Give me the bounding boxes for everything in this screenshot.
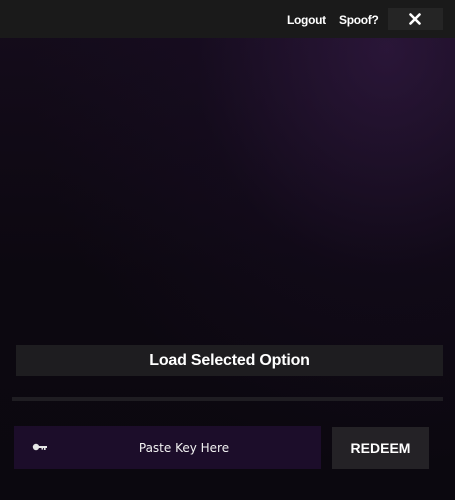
key-field[interactable] [14,426,321,469]
title-bar[interactable]: Logout Spoof? [0,0,455,38]
redeem-button[interactable]: REDEEM [332,427,429,469]
app-window: Logout Spoof? Load Selected Option REDEE… [0,0,455,500]
spoof-link[interactable]: Spoof? [339,13,379,27]
progress-bar [12,397,443,401]
key-input[interactable] [54,426,314,469]
close-icon [409,13,421,25]
logout-link[interactable]: Logout [287,13,326,27]
close-button[interactable] [388,8,443,30]
load-selected-option-button[interactable]: Load Selected Option [16,345,443,376]
key-icon [32,443,47,451]
